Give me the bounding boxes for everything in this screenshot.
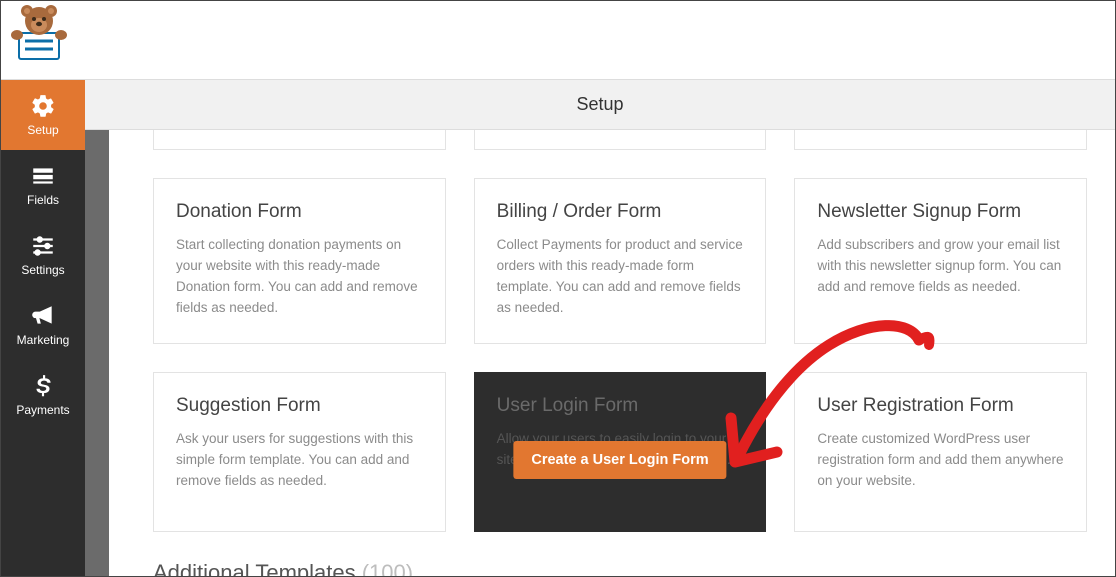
template-card-stub[interactable]	[153, 130, 446, 150]
sidebar-item-marketing[interactable]: Marketing	[1, 290, 85, 360]
app-frame: Setup Fields Settings Marketing	[0, 0, 1116, 577]
card-desc: Create customized WordPress user registr…	[817, 429, 1064, 492]
bullhorn-icon	[30, 303, 56, 329]
card-title: User Login Form	[497, 395, 744, 417]
create-user-login-form-button[interactable]: Create a User Login Form	[513, 441, 726, 479]
sidebar-item-label: Setup	[27, 123, 58, 137]
sidebar-item-setup[interactable]: Setup	[1, 80, 85, 150]
template-card-stub[interactable]	[474, 130, 767, 150]
sidebar-item-settings[interactable]: Settings	[1, 220, 85, 290]
sidebar-item-payments[interactable]: Payments	[1, 360, 85, 430]
sidebar-item-fields[interactable]: Fields	[1, 150, 85, 220]
card-desc: Add subscribers and grow your email list…	[817, 235, 1064, 298]
fields-icon	[30, 163, 56, 189]
template-card-billing[interactable]: Billing / Order Form Collect Payments fo…	[474, 178, 767, 344]
card-desc: Ask your users for suggestions with this…	[176, 429, 423, 492]
template-card-donation[interactable]: Donation Form Start collecting donation …	[153, 178, 446, 344]
card-desc: Collect Payments for product and service…	[497, 235, 744, 319]
sliders-icon	[30, 233, 56, 259]
card-title: User Registration Form	[817, 395, 1064, 417]
template-card-user-registration[interactable]: User Registration Form Create customized…	[794, 372, 1087, 532]
card-title: Billing / Order Form	[497, 201, 744, 223]
sidebar: Setup Fields Settings Marketing	[1, 80, 85, 576]
main-header-title: Setup	[576, 94, 623, 115]
card-title: Newsletter Signup Form	[817, 201, 1064, 223]
topbar	[1, 1, 1115, 80]
content-wrap: Donation Form Start collecting donation …	[85, 130, 1115, 576]
card-desc: Start collecting donation payments on yo…	[176, 235, 423, 319]
sidebar-item-label: Settings	[21, 263, 64, 277]
template-card-user-login[interactable]: User Login Form Allow your users to easi…	[474, 372, 767, 532]
template-card-suggestion[interactable]: Suggestion Form Ask your users for sugge…	[153, 372, 446, 532]
sidebar-item-label: Payments	[16, 403, 69, 417]
sidebar-item-label: Marketing	[17, 333, 70, 347]
template-card-newsletter[interactable]: Newsletter Signup Form Add subscribers a…	[794, 178, 1087, 344]
content: Donation Form Start collecting donation …	[109, 130, 1115, 576]
dollar-icon	[30, 373, 56, 399]
sidebar-item-label: Fields	[27, 193, 59, 207]
additional-templates-label: Additional Templates	[153, 560, 356, 576]
main-header: Setup	[85, 80, 1115, 130]
template-card-stub[interactable]	[794, 130, 1087, 150]
wpforms-logo	[5, 5, 67, 68]
additional-templates-heading: Additional Templates (100)	[153, 560, 1087, 576]
additional-templates-count: (100)	[362, 560, 413, 576]
main-panel: Setup Donation Form Start collecting don…	[85, 80, 1115, 576]
gear-icon	[30, 93, 56, 119]
card-title: Suggestion Form	[176, 395, 423, 417]
card-title: Donation Form	[176, 201, 423, 223]
